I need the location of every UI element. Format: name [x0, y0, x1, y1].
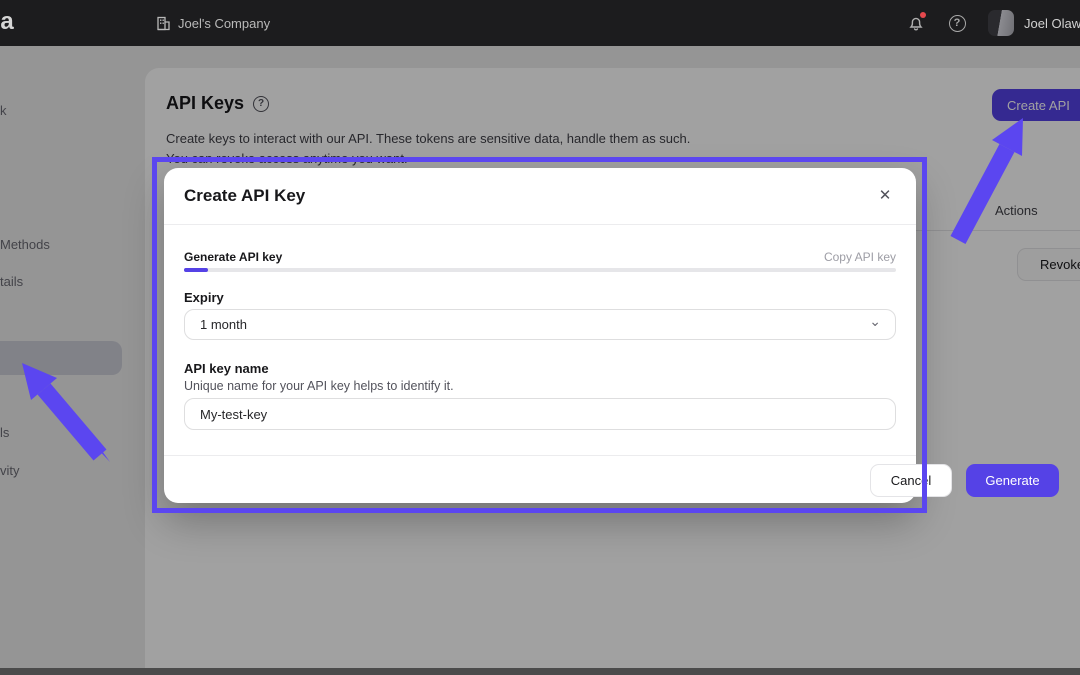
generate-button[interactable]: Generate	[966, 464, 1059, 497]
user-name: Joel Olaw	[1024, 16, 1080, 31]
building-icon	[156, 16, 171, 31]
cancel-button[interactable]: Cancel	[870, 464, 952, 497]
app-logo: ca	[0, 8, 15, 36]
modal-footer-divider	[164, 455, 916, 456]
notifications-button[interactable]	[905, 12, 927, 34]
api-key-name-input[interactable]	[184, 398, 896, 430]
modal-title: Create API Key	[184, 186, 305, 206]
notification-dot	[920, 12, 926, 18]
api-key-name-helper: Unique name for your API key helps to id…	[184, 379, 454, 393]
create-api-key-modal: Create API Key ✕ Generate API key Copy A…	[164, 168, 916, 503]
company-switcher[interactable]: Joel's Company	[156, 0, 270, 46]
expiry-select[interactable]: 1 month ⌄	[184, 309, 896, 340]
chevron-down-icon: ⌄	[869, 307, 881, 336]
api-key-name-label: API key name	[184, 361, 269, 376]
step-progress-fill	[184, 268, 208, 272]
help-icon: ?	[949, 15, 966, 32]
avatar[interactable]	[988, 10, 1014, 36]
modal-header: Create API Key ✕	[164, 168, 916, 225]
step-generate-api-key: Generate API key	[184, 250, 282, 264]
step-progress-bar	[184, 268, 896, 272]
topbar: ca Joel's Company ? Joel Olaw	[0, 0, 1080, 46]
help-button[interactable]: ?	[946, 12, 968, 34]
close-icon[interactable]: ✕	[874, 185, 896, 207]
expiry-selected-value: 1 month	[200, 317, 247, 332]
company-name: Joel's Company	[178, 16, 270, 31]
step-copy-api-key: Copy API key	[824, 250, 896, 264]
screen-bottom-strip	[0, 668, 1080, 675]
expiry-label: Expiry	[184, 290, 224, 305]
